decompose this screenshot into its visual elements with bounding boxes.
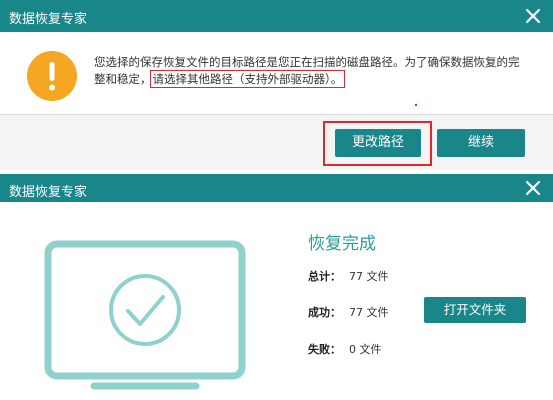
dialog-title: 数据恢复专家 xyxy=(9,185,88,200)
dialog-titlebar[interactable]: 数据恢复专家 xyxy=(0,0,553,32)
warning-message-line-1: 您选择的保存恢复文件的目标路径是您正在扫描的磁盘路径。为了确保数据恢复的完 xyxy=(94,55,520,69)
success-value: 77 文件 xyxy=(349,306,389,319)
result-title: 恢复完成 xyxy=(308,234,376,254)
warning-message: 您选择的保存恢复文件的目标路径是您正在扫描的磁盘路径。为了确保数据恢复的完 整和… xyxy=(94,54,542,88)
continue-button[interactable]: 继续 xyxy=(437,129,525,157)
close-icon[interactable] xyxy=(523,178,543,198)
highlighted-instruction: 请选择其他路径（支持外部驱动器）。 xyxy=(149,70,346,88)
monitor-check-icon xyxy=(44,240,246,400)
stray-dot xyxy=(415,104,417,106)
recovery-complete-dialog: 数据恢复专家 恢复完成 总计： 77 文件 成功： 77 文件 打开文件夹 失败… xyxy=(0,174,553,400)
dialog-title: 数据恢复专家 xyxy=(9,12,88,27)
fail-label: 失败： xyxy=(308,343,341,356)
screenshot-root: 数据恢复专家 您选择的保存恢复文件的目标路径是您正在扫描的磁盘路径。为了确保数据… xyxy=(0,0,553,400)
change-path-button[interactable]: 更改路径 xyxy=(335,129,421,157)
dialog-body: 您选择的保存恢复文件的目标路径是您正在扫描的磁盘路径。为了确保数据恢复的完 整和… xyxy=(0,32,553,114)
path-warning-dialog: 数据恢复专家 您选择的保存恢复文件的目标路径是您正在扫描的磁盘路径。为了确保数据… xyxy=(0,0,553,170)
close-icon[interactable] xyxy=(523,6,543,26)
dialog-footer: 更改路径 继续 xyxy=(0,115,553,170)
exclamation-icon xyxy=(27,51,77,101)
fail-value: 0 文件 xyxy=(349,343,382,356)
warning-message-line-2: 整和稳定，请选择其他路径（支持外部驱动器）。 xyxy=(94,70,542,88)
total-value: 77 文件 xyxy=(349,270,389,283)
success-label: 成功： xyxy=(308,306,341,319)
open-folder-button[interactable]: 打开文件夹 xyxy=(424,297,526,323)
total-label: 总计： xyxy=(308,270,341,283)
dialog-titlebar[interactable]: 数据恢复专家 xyxy=(0,174,553,202)
warning-message-prefix: 整和稳定， xyxy=(94,72,152,86)
